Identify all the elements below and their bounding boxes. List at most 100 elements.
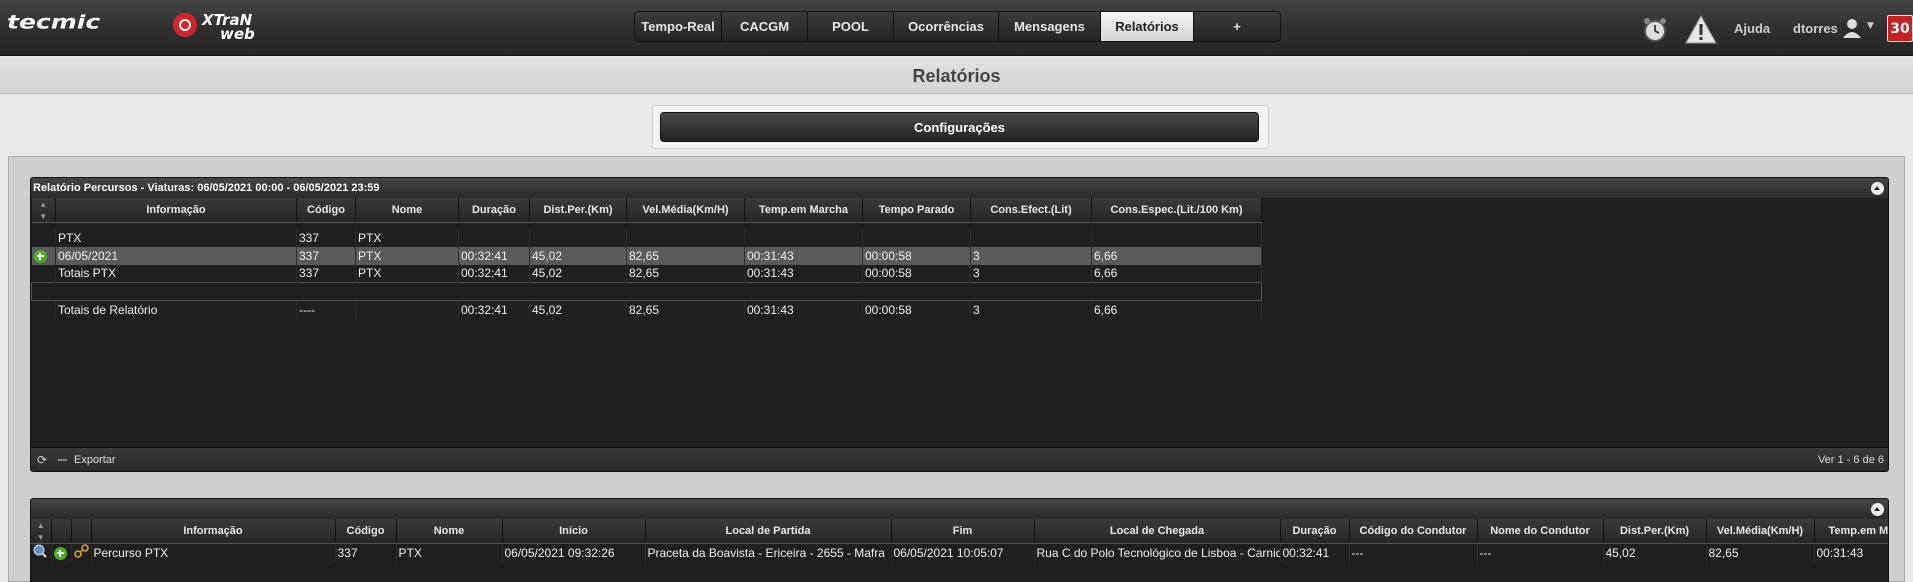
paging-info: Ver 1 - 6 de 6 bbox=[1817, 454, 1884, 466]
export-icon[interactable] bbox=[58, 459, 67, 461]
col-header-vel[interactable]: Vel.Média(Km/H) bbox=[1706, 519, 1815, 544]
col-header-local-partida[interactable]: Local de Partida bbox=[645, 519, 892, 544]
config-container: Configurações bbox=[652, 105, 1269, 149]
col-header-duracao[interactable]: Duração bbox=[1280, 519, 1350, 544]
table-row[interactable]: Percurso PTX 337 PTX 06/05/2021 09:32:26… bbox=[31, 543, 1888, 562]
cell-cons-efect: 3 bbox=[970, 246, 1092, 265]
col-header-nome[interactable]: Nome bbox=[355, 198, 459, 223]
route-cell[interactable] bbox=[71, 543, 92, 562]
col-header-cons-espec[interactable]: Cons.Espec.(Lit./100 Km) bbox=[1091, 198, 1262, 223]
cell-vel: 82,65 bbox=[1706, 543, 1815, 562]
col-header-informacao[interactable]: Informação bbox=[91, 519, 336, 544]
alarm-clock-icon[interactable] bbox=[1641, 16, 1669, 44]
main-nav-tabs: Tempo-Real CACGM POOL Ocorrências Mensag… bbox=[634, 11, 1281, 42]
col-header-codigo[interactable]: Código bbox=[296, 198, 356, 223]
tab-tempo-real[interactable]: Tempo-Real bbox=[635, 12, 722, 41]
col-header-inicio[interactable]: Início bbox=[502, 519, 646, 544]
tab-relatorios[interactable]: Relatórios bbox=[1101, 12, 1194, 41]
table-row-blank bbox=[31, 282, 1262, 301]
col-header-dist[interactable]: Dist.Per.(Km) bbox=[1603, 519, 1707, 544]
col-header-codigo[interactable]: Código bbox=[335, 519, 397, 544]
table-row-totals[interactable]: Totais de Relatório ---- 00:32:41 45,02 … bbox=[31, 300, 1262, 319]
xtran-logo-mark-icon bbox=[173, 13, 197, 37]
cell-marcha: 00:31:43 bbox=[744, 246, 863, 265]
cell-local-chegada: Rua C do Polo Tecnológico de Lisboa - Ca… bbox=[1034, 543, 1281, 562]
table-row-selected[interactable]: 06/05/2021 337 PTX 00:32:41 45,02 82,65 … bbox=[31, 246, 1262, 265]
col-header-parado[interactable]: Tempo Parado bbox=[862, 198, 971, 223]
expand-row-cell[interactable] bbox=[51, 543, 72, 562]
cell-marcha: 00:31:43 bbox=[744, 264, 863, 283]
username-link[interactable]: dtorres bbox=[1793, 21, 1838, 36]
cell-fim: 06/05/2021 10:05:07 bbox=[891, 543, 1035, 562]
col-header-duracao[interactable]: Duração bbox=[458, 198, 530, 223]
table-row[interactable]: PTX 337 PTX bbox=[31, 228, 1262, 247]
collapse-detail-panel-icon[interactable] bbox=[1871, 503, 1884, 516]
route-icon[interactable] bbox=[73, 544, 90, 559]
col-header-vel[interactable]: Vel.Média(Km/H) bbox=[626, 198, 745, 223]
help-link[interactable]: Ajuda bbox=[1734, 21, 1770, 36]
col-header-dist[interactable]: Dist.Per.(Km) bbox=[529, 198, 627, 223]
warning-icon[interactable] bbox=[1685, 15, 1717, 44]
refresh-icon[interactable]: ⟳ bbox=[37, 448, 47, 471]
col-header-marcha[interactable]: Temp.em Marcha bbox=[744, 198, 863, 223]
page-title-band: Relatórios bbox=[0, 58, 1913, 94]
cell-vel bbox=[626, 228, 745, 247]
caret-down-icon[interactable]: ▼ bbox=[1867, 21, 1874, 31]
cell-nome: PTX bbox=[355, 228, 459, 247]
reports-content-area: Relatório Percursos - Viaturas: 06/05/20… bbox=[8, 156, 1905, 582]
expand-plus-icon[interactable] bbox=[33, 249, 47, 263]
tab-cacgm[interactable]: CACGM bbox=[722, 12, 808, 41]
tab-pool[interactable]: POOL bbox=[808, 12, 894, 41]
col-header-nome[interactable]: Nome bbox=[396, 519, 503, 544]
cell-marcha bbox=[744, 228, 863, 247]
expand-row-cell[interactable] bbox=[31, 246, 56, 265]
map-globe-cell[interactable] bbox=[31, 543, 52, 562]
tab-add[interactable]: + bbox=[1194, 12, 1280, 41]
col-header-cons-efect[interactable]: Cons.Efect.(Lit) bbox=[970, 198, 1092, 223]
cell-marcha: 00:31:43 bbox=[1814, 543, 1888, 562]
cell-duracao bbox=[458, 228, 530, 247]
notification-badge[interactable]: 30 bbox=[1887, 15, 1913, 42]
cell-vel: 82,65 bbox=[626, 246, 745, 265]
cell-codigo-condutor: --- bbox=[1349, 543, 1478, 562]
cell-nome: PTX bbox=[355, 264, 459, 283]
table-row[interactable]: Totais PTX 337 PTX 00:32:41 45,02 82,65 … bbox=[31, 264, 1262, 283]
col-header-fim[interactable]: Fim bbox=[891, 519, 1035, 544]
tab-ocorrencias[interactable]: Ocorrências bbox=[894, 12, 999, 41]
configuracoes-button[interactable]: Configurações bbox=[660, 112, 1259, 142]
cell-informacao: 06/05/2021 bbox=[55, 246, 297, 265]
page-title: Relatórios bbox=[912, 66, 1001, 86]
sort-column-icon[interactable]: ▲ ▼ bbox=[31, 198, 56, 223]
col-header-informacao[interactable]: Informação bbox=[55, 198, 297, 223]
col-header-marcha[interactable]: Temp.em Marcha bbox=[1814, 519, 1888, 544]
cell-marcha: 00:31:43 bbox=[744, 300, 863, 319]
cell-cons-espec: 6,66 bbox=[1091, 246, 1262, 265]
cell-codigo: 337 bbox=[296, 228, 356, 247]
sort-column-icon[interactable]: ▲ ▼ bbox=[31, 519, 52, 544]
col-header-codigo-condutor[interactable]: Código do Condutor bbox=[1349, 519, 1478, 544]
cell-codigo: 337 bbox=[296, 264, 356, 283]
col-header-local-chegada[interactable]: Local de Chegada bbox=[1034, 519, 1281, 544]
cell-dist: 45,02 bbox=[529, 246, 627, 265]
col-header-nome-condutor[interactable]: Nome do Condutor bbox=[1477, 519, 1604, 544]
cell-dist: 45,02 bbox=[529, 264, 627, 283]
map-search-icon[interactable] bbox=[33, 544, 47, 558]
cell-cons-espec: 6,66 bbox=[1091, 264, 1262, 283]
cell-duracao: 00:32:41 bbox=[458, 264, 530, 283]
detail-panel-header bbox=[31, 499, 1888, 519]
cell-nome: PTX bbox=[396, 543, 503, 562]
report-detail-table: ▲ ▼ Informação Código Nome Início Local d… bbox=[31, 519, 1888, 562]
report-title: Relatório Percursos - Viaturas: 06/05/20… bbox=[33, 182, 380, 194]
cell-duracao: 00:32:41 bbox=[458, 300, 530, 319]
expand-plus-icon[interactable] bbox=[53, 546, 67, 560]
cell-parado: 00:00:58 bbox=[862, 246, 971, 265]
export-button[interactable]: Exportar bbox=[74, 448, 116, 471]
cell-informacao: Totais de Relatório bbox=[55, 300, 297, 319]
collapse-panel-icon[interactable] bbox=[1871, 182, 1884, 195]
cell-nome-condutor: --- bbox=[1477, 543, 1604, 562]
cell-cons-espec bbox=[1091, 228, 1262, 247]
cell-nome bbox=[355, 300, 459, 319]
cell-codigo: 337 bbox=[335, 543, 397, 562]
tab-mensagens[interactable]: Mensagens bbox=[999, 12, 1101, 41]
user-icon[interactable] bbox=[1842, 18, 1862, 38]
